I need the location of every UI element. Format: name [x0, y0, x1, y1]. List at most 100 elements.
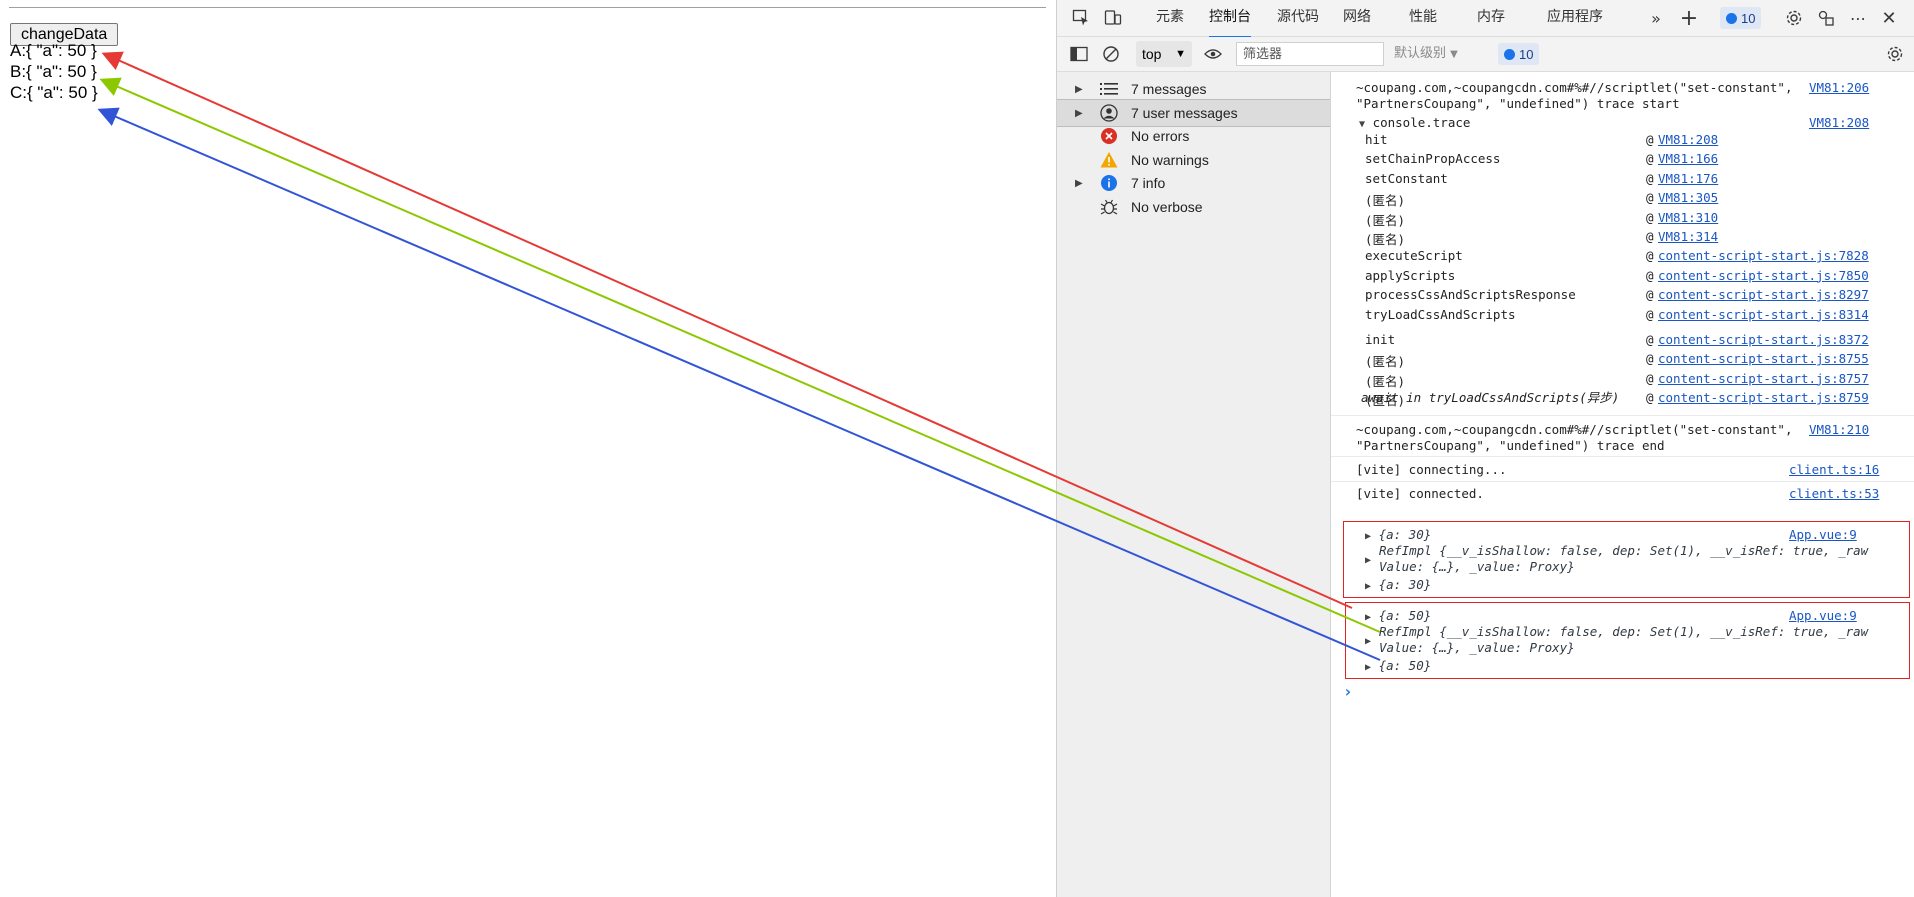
- expand-arrow-icon[interactable]: ▶: [1075, 84, 1083, 95]
- trace-function-name: hit: [1365, 132, 1388, 147]
- log-level-select[interactable]: 默认级别 ▼: [1394, 37, 1458, 71]
- trace-at-sign: @: [1646, 267, 1654, 283]
- trace-frame: (匿名) @ VM81:310: [1365, 210, 1895, 230]
- user-icon: [1099, 103, 1119, 123]
- trace-source-link[interactable]: VM81:310: [1658, 210, 1718, 225]
- trace-header-label: console.trace: [1372, 115, 1471, 130]
- divider: [1331, 456, 1914, 457]
- trace-at-sign: @: [1646, 151, 1654, 167]
- refimpl-text[interactable]: Value: {…}, _value: Proxy}: [1379, 559, 1575, 574]
- vite-message: [vite] connected.: [1356, 486, 1484, 501]
- more-tabs-icon[interactable]: »: [1644, 6, 1668, 30]
- console-settings-gear-icon[interactable]: [1883, 42, 1907, 66]
- trace-source-link[interactable]: content-script-start.js:8757: [1658, 371, 1869, 386]
- trace-source-link[interactable]: content-script-start.js:8372: [1658, 332, 1869, 347]
- source-link[interactable]: client.ts:16: [1789, 462, 1879, 477]
- log-object-row[interactable]: ▶ {a: 30}: [1365, 577, 1431, 592]
- tab-elements[interactable]: 元素: [1156, 0, 1184, 36]
- add-tab-icon[interactable]: +: [1677, 6, 1701, 31]
- info-icon: [1099, 173, 1119, 193]
- device-toggle-icon[interactable]: [1101, 6, 1125, 30]
- sidebar-toggle-icon[interactable]: [1067, 42, 1091, 66]
- source-link[interactable]: VM81:210: [1809, 422, 1869, 437]
- issues-badge[interactable]: 10: [1720, 7, 1762, 29]
- tab-application[interactable]: 应用程序: [1547, 0, 1603, 36]
- trace-source-link[interactable]: VM81:305: [1658, 190, 1718, 205]
- refimpl-text[interactable]: Value: {…}, _value: Proxy}: [1379, 640, 1575, 655]
- source-link[interactable]: App.vue:9: [1789, 608, 1857, 623]
- context-select[interactable]: top ▼: [1136, 41, 1192, 67]
- source-link[interactable]: VM81:208: [1809, 115, 1869, 130]
- source-link[interactable]: App.vue:9: [1789, 527, 1857, 542]
- log-object-row[interactable]: ▶ {a: 50}: [1365, 608, 1431, 623]
- inspect-icon[interactable]: [1069, 6, 1093, 30]
- expand-triangle-icon: ▶: [1365, 612, 1372, 623]
- tab-performance[interactable]: 性能: [1409, 0, 1437, 36]
- trace-source-link[interactable]: content-script-start.js:8759: [1658, 390, 1869, 405]
- trace-function-name: processCssAndScriptsResponse: [1365, 287, 1576, 303]
- trace-source-link[interactable]: content-script-start.js:8755: [1658, 351, 1869, 366]
- trace-source-link[interactable]: content-script-start.js:7828: [1658, 248, 1869, 263]
- refimpl-text[interactable]: RefImpl {__v_isShallow: false, dep: Set(…: [1379, 624, 1868, 639]
- console-sidebar: ▶ 7 messages ▶ 7 user messages No errors…: [1057, 72, 1331, 897]
- value-line-b: B:{ "a": 50 }: [10, 62, 97, 81]
- trace-frame: hit @ VM81:208: [1365, 132, 1895, 152]
- trace-at-sign: @: [1646, 351, 1654, 367]
- live-expression-eye-icon[interactable]: [1201, 42, 1225, 66]
- source-link[interactable]: client.ts:53: [1789, 486, 1879, 501]
- trace-header[interactable]: ▼ console.trace: [1359, 115, 1470, 130]
- trace-frame: executeScript @ content-script-start.js:78…: [1365, 248, 1895, 268]
- trace-frame: setChainPropAccess @ VM81:166: [1365, 151, 1895, 171]
- trace-source-link[interactable]: content-script-start.js:8297: [1658, 287, 1869, 302]
- trace-at-sign: @: [1646, 287, 1654, 303]
- console-toolbar: top ▼ 默认级别 ▼ 10: [1057, 37, 1914, 72]
- expand-triangle-icon: ▶: [1365, 662, 1372, 673]
- clear-console-icon[interactable]: [1099, 42, 1123, 66]
- vite-message: [vite] connecting...: [1356, 462, 1507, 477]
- trace-at-sign: @: [1646, 370, 1654, 386]
- trace-source-link[interactable]: VM81:176: [1658, 171, 1718, 186]
- trace-source-link[interactable]: content-script-start.js:8314: [1658, 307, 1869, 322]
- expand-triangle-icon[interactable]: ▶: [1365, 632, 1371, 647]
- filter-input[interactable]: [1236, 42, 1384, 66]
- expand-triangle-icon[interactable]: ▶: [1365, 551, 1371, 566]
- console-prompt[interactable]: ›: [1343, 682, 1353, 701]
- tab-sources[interactable]: 源代码: [1277, 0, 1319, 36]
- settings-gear-icon[interactable]: [1782, 6, 1806, 30]
- sidebar-item-verbose[interactable]: No verbose: [1057, 194, 1330, 220]
- trace-source-link[interactable]: VM81:166: [1658, 151, 1718, 166]
- customize-icon[interactable]: [1814, 6, 1838, 30]
- trace-at-sign: @: [1646, 170, 1654, 186]
- trace-function-name: (匿名): [1365, 373, 1406, 389]
- trace-frame: processCssAndScriptsResponse @ content-scr…: [1365, 287, 1895, 307]
- trace-function-name: (匿名): [1365, 193, 1406, 209]
- expand-arrow-icon[interactable]: ▶: [1075, 108, 1083, 119]
- tab-network[interactable]: 网络: [1343, 0, 1371, 36]
- source-link[interactable]: VM81:206: [1809, 80, 1869, 95]
- trace-source-link[interactable]: content-script-start.js:7850: [1658, 268, 1869, 283]
- warning-icon: [1099, 150, 1119, 170]
- trace-source-link[interactable]: VM81:208: [1658, 132, 1718, 147]
- trace-function-name: init: [1365, 332, 1396, 347]
- sidebar-item-label: 7 messages: [1131, 81, 1207, 97]
- trace-function-name: setConstant: [1365, 170, 1448, 186]
- tab-console[interactable]: 控制台: [1209, 0, 1251, 38]
- close-icon[interactable]: ✕: [1877, 6, 1901, 30]
- sidebar-item-errors[interactable]: No errors: [1057, 123, 1330, 149]
- trace-frame: init @ content-script-start.js:8372: [1365, 332, 1895, 352]
- sidebar-item-info[interactable]: ▶ 7 info: [1057, 170, 1330, 196]
- more-options-icon[interactable]: ⋯: [1846, 6, 1870, 30]
- console-output: ~coupang.com,~coupangcdn.com#%#//scriptl…: [1331, 72, 1914, 897]
- trace-source-link[interactable]: VM81:314: [1658, 229, 1718, 244]
- log-level-label: 默认级别: [1394, 46, 1447, 61]
- console-message-text: ~coupang.com,~coupangcdn.com#%#//scriptl…: [1356, 80, 1793, 95]
- log-object-row[interactable]: ▶ {a: 50}: [1365, 658, 1431, 673]
- log-object-row[interactable]: ▶ {a: 30}: [1365, 527, 1431, 542]
- refimpl-text[interactable]: RefImpl {__v_isShallow: false, dep: Set(…: [1379, 543, 1868, 558]
- expanded-triangle-icon: ▼: [1359, 119, 1366, 130]
- trace-frame: (匿名) @ VM81:314: [1365, 229, 1895, 249]
- expand-arrow-icon[interactable]: ▶: [1075, 178, 1083, 189]
- trace-function-name: (匿名): [1365, 212, 1406, 228]
- toolbar-issues-badge[interactable]: 10: [1498, 43, 1540, 65]
- tab-memory[interactable]: 内存: [1477, 0, 1505, 36]
